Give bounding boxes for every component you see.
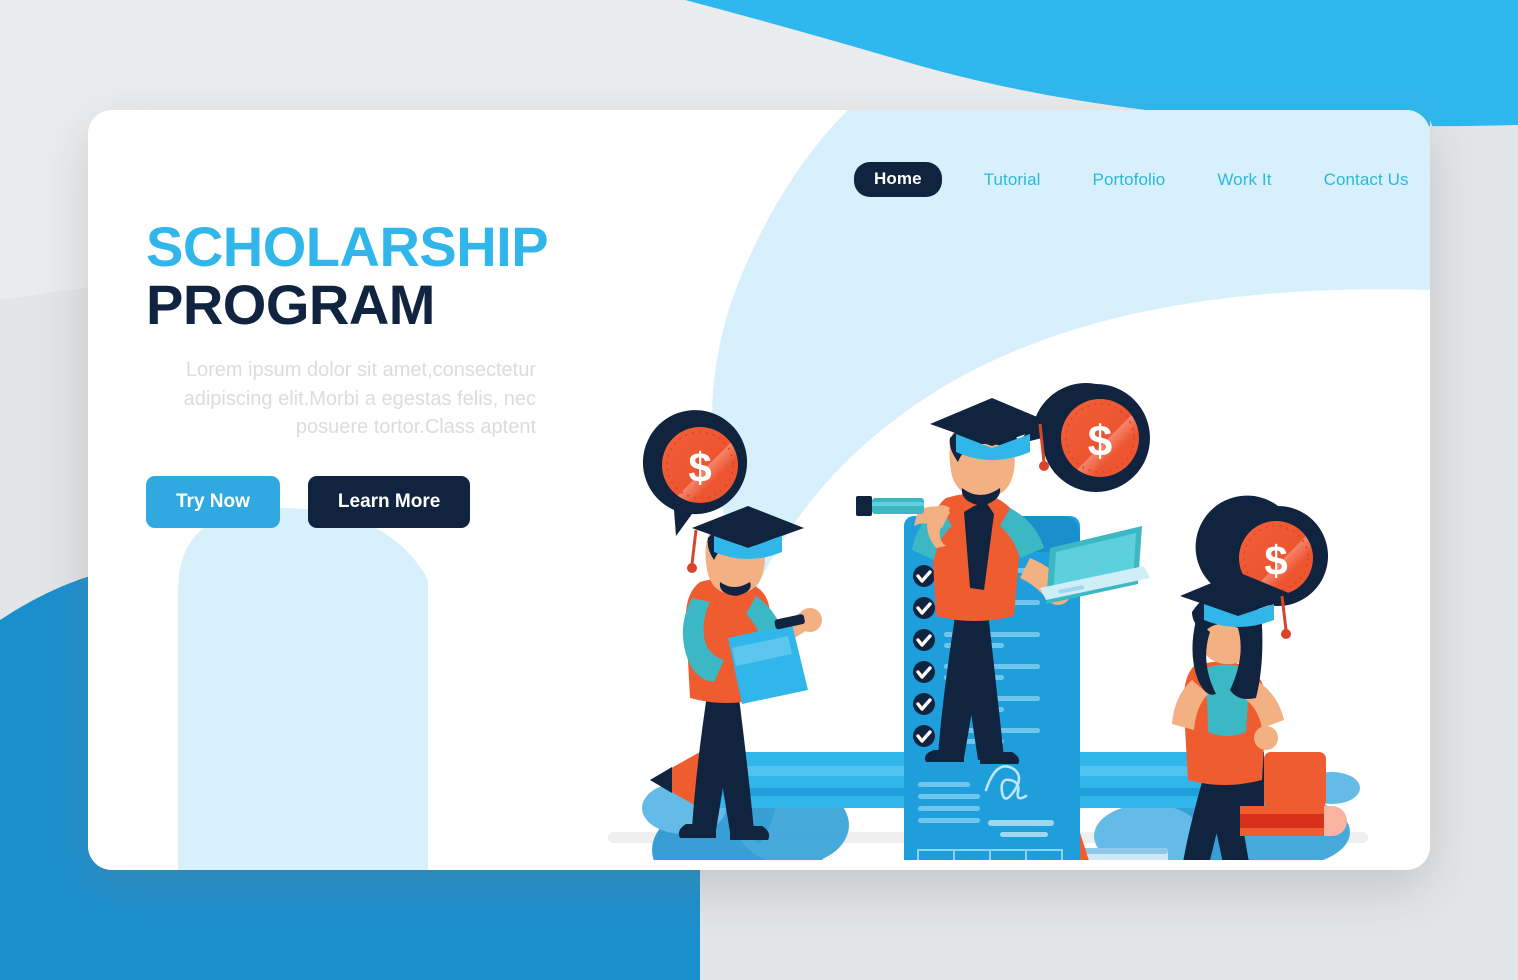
nav-item-portofolio[interactable]: Portofolio	[1093, 170, 1166, 190]
hero-title-line1: SCHOLARSHIP	[146, 215, 549, 278]
nav-item-tutorial[interactable]: Tutorial	[984, 170, 1041, 190]
small-pencil-ground	[1240, 806, 1347, 836]
try-now-button[interactable]: Try Now	[146, 475, 280, 528]
scholarship-program-illustration: $ $ $	[588, 320, 1408, 870]
svg-text:$: $	[688, 444, 711, 491]
svg-text:$: $	[1088, 417, 1112, 466]
hero-section: SCHOLARSHIP PROGRAM Lorem ipsum dolor si…	[146, 215, 576, 528]
learn-more-button[interactable]: Learn More	[307, 475, 471, 528]
telescope	[856, 496, 924, 516]
nav-item-work-it[interactable]: Work It	[1217, 170, 1271, 190]
card-pale-blue-bottom-left	[178, 507, 428, 870]
main-navigation: Home Tutorial Portofolio Work It Contact…	[854, 162, 1409, 197]
svg-text:$: $	[1264, 537, 1287, 584]
nav-item-home[interactable]: Home	[854, 162, 942, 197]
hero-paragraph: Lorem ipsum dolor sit amet,consectetur a…	[183, 359, 536, 439]
landing-page-card: Home Tutorial Portofolio Work It Contact…	[88, 110, 1430, 870]
nav-item-contact-us[interactable]: Contact Us	[1324, 170, 1409, 190]
hero-button-row: Try Now Learn More	[146, 475, 576, 528]
hero-title-line2: PROGRAM	[146, 273, 435, 337]
dollar-badge-center: $	[1018, 383, 1150, 492]
